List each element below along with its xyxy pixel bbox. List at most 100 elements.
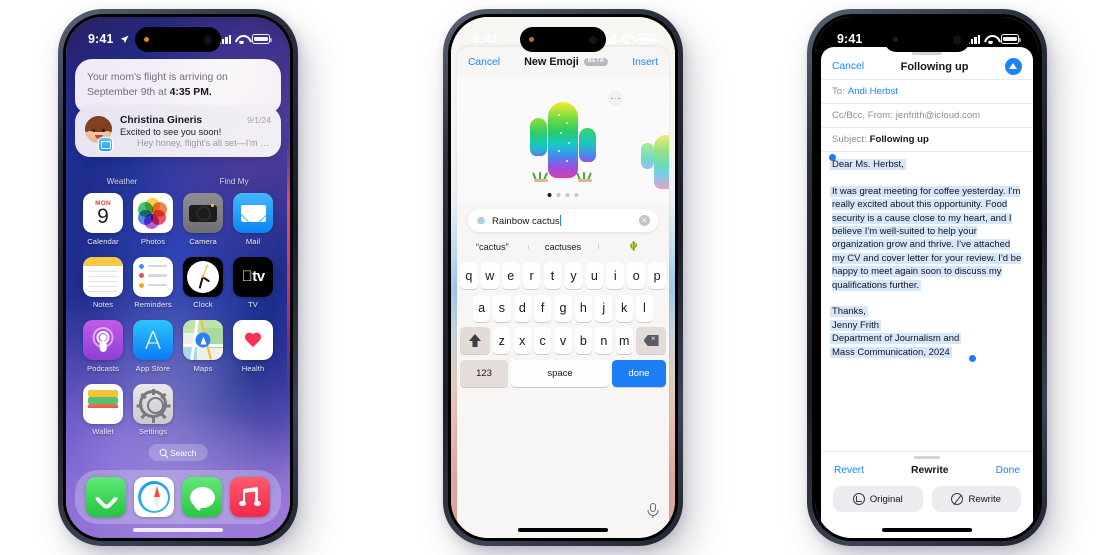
app-mail[interactable]: Mail <box>228 193 278 246</box>
body-dept-line1: Department of Journalism and <box>832 333 960 345</box>
safari-icon[interactable] <box>134 477 174 517</box>
siri-summary-notification[interactable]: Your mom's flight is arriving on Septemb… <box>75 59 281 113</box>
magnifier-icon <box>159 449 167 456</box>
ccbcc-label: Cc/Bcc, From: <box>832 110 893 121</box>
notification-preview: Hey honey, flight's all set—I'm takin... <box>137 138 271 148</box>
dynamic-island[interactable] <box>135 27 221 52</box>
more-options-icon[interactable] <box>608 91 623 106</box>
key-z[interactable]: z <box>493 327 511 354</box>
toolbar-grabber[interactable] <box>914 456 940 459</box>
rainbow-cactus-emoji[interactable] <box>524 96 602 184</box>
key-c[interactable]: c <box>533 327 552 354</box>
notification-subject: Excited to see you soon! <box>120 127 222 137</box>
clock-icon <box>183 256 223 297</box>
insert-button[interactable]: Insert <box>632 57 658 68</box>
key-x[interactable]: x <box>513 327 531 354</box>
original-button[interactable]: Original <box>833 486 923 512</box>
app-app-store[interactable]: A App Store <box>128 320 178 373</box>
dynamic-island[interactable] <box>884 27 970 52</box>
key-t[interactable]: t <box>543 262 562 289</box>
key-r[interactable]: r <box>522 262 541 289</box>
key-f[interactable]: f <box>534 294 552 322</box>
rewrite-toolbar: Revert Rewrite Done Original Rewrite <box>821 451 1033 538</box>
sheet-grabber[interactable] <box>912 52 942 56</box>
key-m[interactable]: m <box>615 327 633 354</box>
space-key[interactable]: space <box>511 359 609 387</box>
phone-icon[interactable] <box>86 477 126 517</box>
send-icon[interactable] <box>1004 58 1022 75</box>
rewrite-header: Revert Rewrite Done <box>821 459 1033 476</box>
app-health[interactable]: Health <box>228 320 278 373</box>
rewrite-button[interactable]: Rewrite <box>931 486 1021 512</box>
next-emoji-preview[interactable] <box>639 127 669 189</box>
message-notification[interactable]: Christina Gineris 9/1/24 Excited to see … <box>75 107 281 157</box>
key-o[interactable]: o <box>627 262 646 289</box>
calendar-icon: MON 9 <box>83 193 123 233</box>
home-indicator[interactable] <box>518 528 608 532</box>
clear-icon[interactable]: ✕ <box>639 215 650 226</box>
key-a[interactable]: a <box>472 294 491 322</box>
selection-handle-start[interactable] <box>829 154 836 161</box>
revert-button[interactable]: Revert <box>834 465 864 476</box>
app-notes[interactable]: Notes <box>78 256 128 309</box>
numbers-key[interactable]: 123 <box>460 359 508 387</box>
cancel-button[interactable]: Cancel <box>468 57 500 68</box>
notification-stack[interactable]: Your mom's flight is arriving on Septemb… <box>75 59 281 157</box>
app-reminders[interactable]: Reminders <box>128 256 178 309</box>
key-l[interactable]: l <box>635 294 654 322</box>
subject-field[interactable]: Subject: Following up <box>821 127 1033 151</box>
backspace-icon[interactable] <box>636 327 667 354</box>
key-n[interactable]: n <box>595 327 613 354</box>
to-field[interactable]: To: Andi Herbst <box>821 79 1033 103</box>
suggestion-0[interactable]: “cactus” <box>457 242 528 252</box>
suggestion-1[interactable]: cactuses <box>527 242 599 252</box>
home-indicator[interactable] <box>882 528 972 532</box>
ccbcc-field[interactable]: Cc/Bcc, From: jenfrith@icloud.com <box>821 103 1033 127</box>
key-e[interactable]: e <box>501 262 520 289</box>
selection-handle-end[interactable] <box>969 355 976 363</box>
app-camera[interactable]: Camera <box>178 193 228 246</box>
body-signoff: Thanks, <box>832 306 866 318</box>
key-k[interactable]: k <box>615 294 633 322</box>
key-j[interactable]: j <box>595 294 613 322</box>
key-h[interactable]: h <box>574 294 592 322</box>
home-indicator[interactable] <box>133 528 223 532</box>
app-wallet[interactable]: Wallet <box>78 383 128 436</box>
app-podcasts[interactable]: Podcasts <box>78 320 128 373</box>
body-dept-line2: Mass Communication, 2024 <box>832 346 950 358</box>
app-tv[interactable]: tv TV <box>228 256 278 309</box>
key-d[interactable]: d <box>513 294 531 322</box>
key-i[interactable]: i <box>606 262 625 289</box>
music-icon[interactable] <box>230 477 270 517</box>
key-s[interactable]: s <box>493 294 511 322</box>
app-settings[interactable]: Settings <box>128 383 178 436</box>
key-w[interactable]: w <box>480 262 499 289</box>
widget-label-find-my: Find My <box>219 177 249 186</box>
messages-icon[interactable] <box>182 477 222 517</box>
phone-home-screen: 9:41 Your mom's flight is arriving on Se… <box>58 9 298 546</box>
page-dots[interactable] <box>547 193 579 197</box>
key-b[interactable]: b <box>574 327 593 354</box>
mail-body[interactable]: Dear Ms. Herbst, It was great meeting fo… <box>821 151 1033 363</box>
key-g[interactable]: g <box>554 294 572 322</box>
app-clock[interactable]: Clock <box>178 256 228 309</box>
key-y[interactable]: y <box>564 262 583 289</box>
key-v[interactable]: v <box>554 327 572 354</box>
app-photos[interactable]: Photos <box>128 193 178 246</box>
suggestion-2[interactable]: 🌵 <box>598 241 669 252</box>
key-u[interactable]: u <box>585 262 604 289</box>
shift-icon[interactable] <box>459 327 490 354</box>
phone2-bezel: 9:41 Cancel New Emoji BETA Insert Rainbo… <box>448 14 678 541</box>
app-maps[interactable]: Maps <box>178 320 228 373</box>
search-input[interactable]: Rainbow cactus ✕ <box>468 209 658 232</box>
key-p[interactable]: p <box>648 262 667 289</box>
done-key[interactable]: done <box>612 359 666 387</box>
notification-body: Christina Gineris 9/1/24 Excited to see … <box>120 115 271 148</box>
home-search-pill[interactable]: Search <box>148 444 208 461</box>
cancel-button[interactable]: Cancel <box>832 61 864 72</box>
app-calendar[interactable]: MON 9 Calendar <box>78 193 128 246</box>
done-button[interactable]: Done <box>996 465 1020 476</box>
dynamic-island[interactable] <box>520 27 606 52</box>
key-q[interactable]: q <box>459 262 478 289</box>
microphone-icon[interactable] <box>647 503 658 518</box>
